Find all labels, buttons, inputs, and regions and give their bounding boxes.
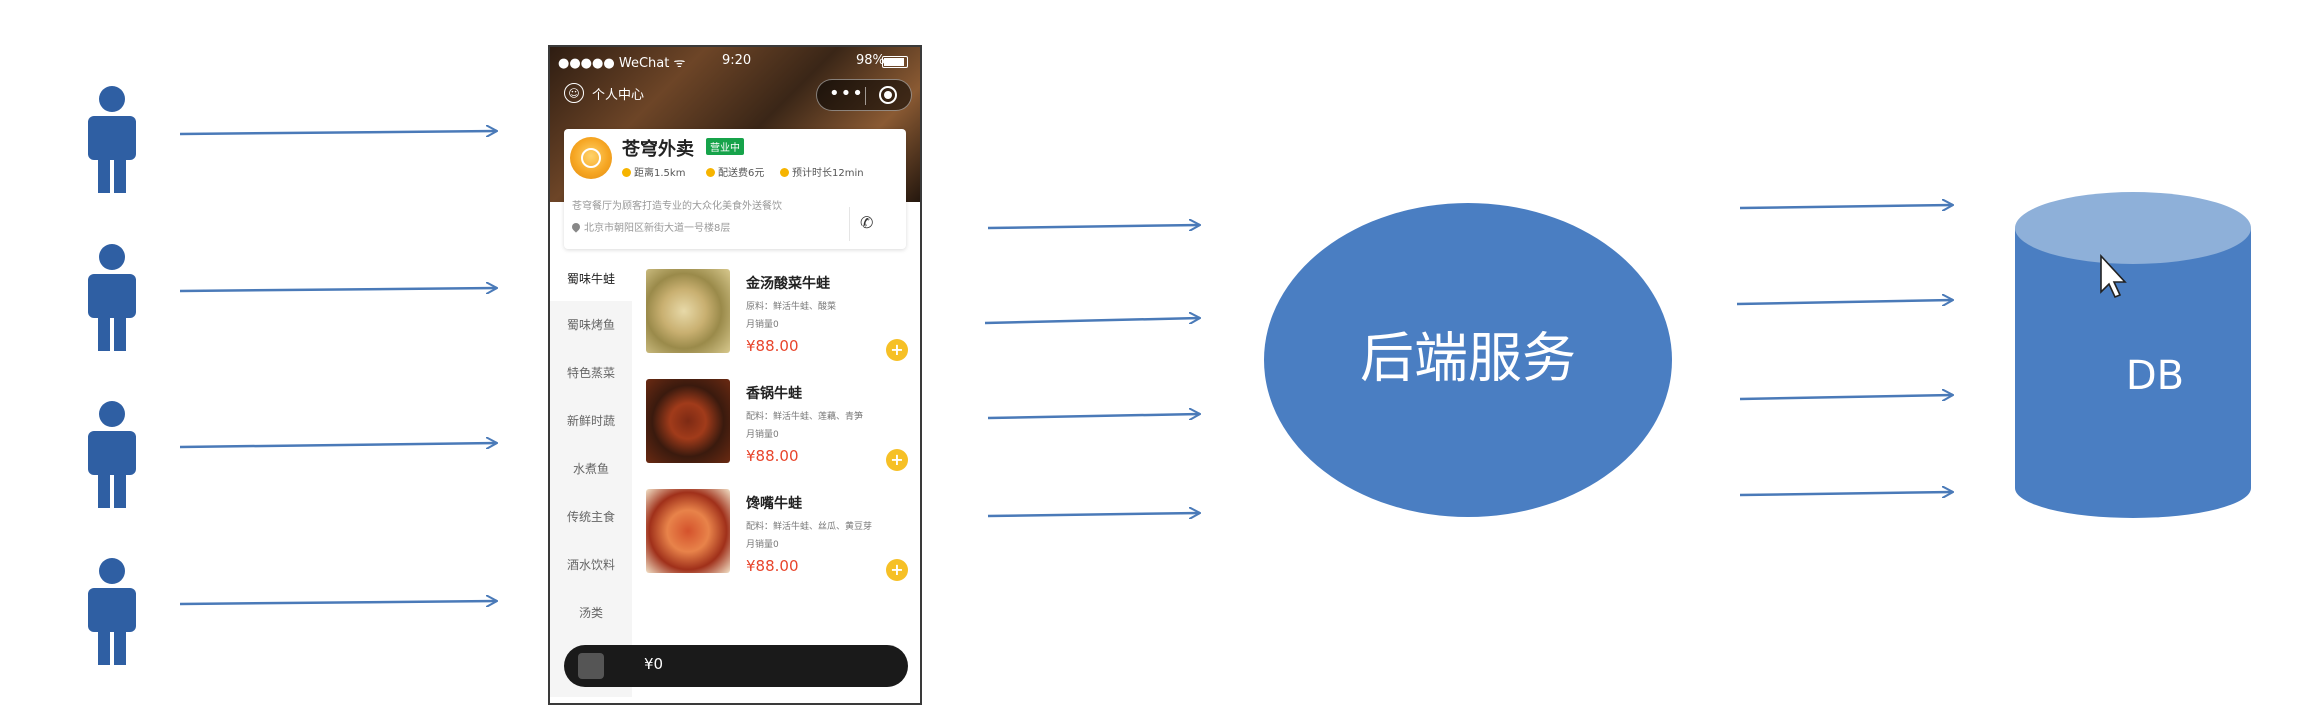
- user-to-app-arrow-3: [179, 443, 497, 447]
- dish-sales-1: 月销量0: [746, 320, 779, 330]
- mini-program-capsule: •••: [816, 79, 912, 111]
- category-item-8[interactable]: 汤类: [550, 589, 632, 637]
- architecture-diagram: 后端服务 DB: [88, 86, 2251, 665]
- location-pin-icon: [570, 221, 582, 233]
- food-delivery-app-mockup: ●●●●● WeChat ᯤ 9:20 98% ☺ 个人中心 ••• 苍穹外卖 …: [548, 45, 922, 705]
- backend-service-label: 后端服务: [1360, 327, 1576, 390]
- shop-name: 苍穹外卖: [622, 139, 694, 160]
- category-item-5[interactable]: 水煮鱼: [550, 445, 632, 493]
- shop-status-badge: 营业中: [706, 138, 744, 155]
- category-item-7[interactable]: 酒水饮料: [550, 541, 632, 589]
- profile-center-label: 个人中心: [592, 87, 645, 103]
- dish-sales-2: 月销量0: [746, 430, 779, 440]
- user-2-icon: [88, 244, 136, 351]
- category-sidebar: 蜀味牛蛙 蜀味烤鱼 特色蒸菜 新鲜时蔬 水煮鱼 传统主食 酒水饮料 汤类: [550, 257, 632, 697]
- user-icon: ☺: [564, 83, 584, 103]
- user-to-app-arrow-1: [179, 131, 497, 134]
- backend-to-db-arrow-4: [1739, 492, 1953, 495]
- dish-name-2: 香锅牛蛙: [746, 386, 802, 402]
- close-mini-program-icon[interactable]: [879, 86, 897, 104]
- user-1-icon: [88, 86, 136, 193]
- signal-wechat-indicator: ●●●●● WeChat ᯤ: [558, 56, 686, 71]
- phone-call-icon[interactable]: ✆: [860, 213, 873, 232]
- app-to-backend-arrow-4: [987, 513, 1200, 516]
- cart-total: ¥0: [644, 655, 664, 673]
- shop-address: 北京市朝阳区新街大道一号楼8层: [570, 219, 730, 234]
- shopping-cart-icon[interactable]: [578, 653, 604, 679]
- clock-icon: [780, 168, 789, 177]
- dish-name-1: 金汤酸菜牛蛙: [746, 276, 830, 292]
- dish-price-3: ¥88.00: [746, 557, 799, 575]
- shop-description: 苍穹餐厅为顾客打造专业的大众化美食外送餐饮: [572, 201, 782, 212]
- distance-info: 距离1.5km: [622, 164, 685, 179]
- user-3-icon: [88, 401, 136, 508]
- backend-to-db-arrow-3: [1739, 395, 1953, 399]
- backend-to-db-arrow-1: [1739, 205, 1953, 208]
- category-item-1[interactable]: 蜀味牛蛙: [550, 257, 632, 301]
- battery-icon: [882, 56, 908, 68]
- status-time: 9:20: [722, 53, 752, 68]
- category-item-2[interactable]: 蜀味烤鱼: [550, 301, 632, 349]
- user-to-app-arrow-2: [179, 288, 497, 291]
- dish-ingredients-3: 配料：鲜活牛蛙、丝瓜、黄豆芽: [746, 522, 873, 532]
- user-to-app-arrow-4: [179, 601, 497, 604]
- dish-image-3: [646, 489, 730, 573]
- more-options-icon[interactable]: •••: [829, 83, 864, 104]
- dish-sales-3: 月销量0: [746, 540, 779, 550]
- distance-icon: [622, 168, 631, 177]
- dish-price-1: ¥88.00: [746, 337, 799, 355]
- add-to-cart-button-3[interactable]: +: [886, 559, 908, 581]
- profile-center-link[interactable]: ☺ 个人中心: [564, 83, 644, 103]
- delivery-fee-info: 配送费6元: [706, 164, 764, 179]
- database-label: DB: [2126, 353, 2184, 399]
- backend-to-db-arrow-2: [1736, 300, 1953, 304]
- dish-ingredients-2: 配料：鲜活牛蛙、莲藕、青笋: [746, 412, 864, 422]
- dish-name-3: 馋嘴牛蛙: [746, 496, 802, 512]
- shopping-cart-bar[interactable]: ¥0: [564, 645, 908, 687]
- eta-info: 预计时长12min: [780, 164, 864, 179]
- add-to-cart-button-1[interactable]: +: [886, 339, 908, 361]
- delivery-fee-icon: [706, 168, 715, 177]
- status-battery: 98%: [856, 53, 885, 68]
- shop-logo: [570, 137, 612, 179]
- add-to-cart-button-2[interactable]: +: [886, 449, 908, 471]
- app-to-backend-arrow-2: [984, 318, 1200, 323]
- dish-image-1: [646, 269, 730, 353]
- category-item-4[interactable]: 新鲜时蔬: [550, 397, 632, 445]
- app-to-backend-arrow-1: [987, 225, 1200, 228]
- category-item-3[interactable]: 特色蒸菜: [550, 349, 632, 397]
- shop-info-card: 苍穹外卖 营业中 距离1.5km 配送费6元 预计时长12min 苍穹餐厅为顾客…: [564, 129, 906, 249]
- app-to-backend-arrow-3: [987, 414, 1200, 418]
- dish-image-2: [646, 379, 730, 463]
- category-item-6[interactable]: 传统主食: [550, 493, 632, 541]
- user-4-icon: [88, 558, 136, 665]
- dish-price-2: ¥88.00: [746, 447, 799, 465]
- dish-ingredients-1: 原料：鲜活牛蛙、酸菜: [746, 302, 837, 312]
